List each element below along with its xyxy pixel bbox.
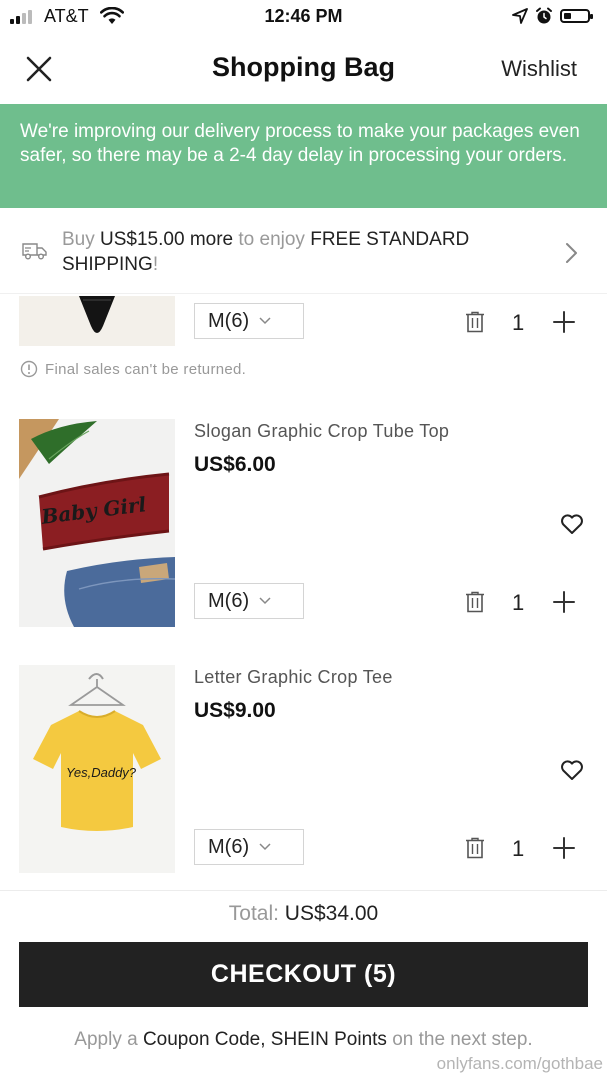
- trash-icon[interactable]: [465, 837, 485, 859]
- info-icon: [20, 360, 38, 378]
- trash-icon[interactable]: [465, 591, 485, 613]
- product-image[interactable]: Baby Girl: [19, 419, 175, 627]
- size-value: M(6): [208, 589, 250, 612]
- delivery-notice-text: We're improving our delivery process to …: [20, 121, 580, 166]
- status-bar: AT&T 12:46 PM: [0, 0, 607, 34]
- close-icon[interactable]: [25, 55, 53, 83]
- total-label: Total:: [228, 902, 279, 925]
- battery-icon: [560, 9, 593, 23]
- product-price: US$6.00: [194, 453, 276, 476]
- product-image[interactable]: Yes,Daddy?: [19, 665, 175, 873]
- truck-icon: [22, 243, 47, 260]
- size-select[interactable]: M(6): [194, 583, 304, 619]
- size-value: M(6): [208, 309, 250, 332]
- size-value: M(6): [208, 835, 250, 858]
- black-bottom-image: [79, 296, 115, 333]
- plus-icon[interactable]: [553, 837, 575, 859]
- coupon-text-end: on the next step.: [386, 1029, 533, 1050]
- chevron-right-icon[interactable]: [565, 242, 579, 264]
- footer-divider: [0, 890, 607, 891]
- quantity-value: 1: [512, 310, 525, 335]
- delivery-notice-banner: We're improving our delivery process to …: [0, 104, 607, 208]
- coupon-text-apply: Apply a: [74, 1029, 143, 1050]
- size-select[interactable]: M(6): [194, 829, 304, 865]
- heart-icon[interactable]: [560, 759, 584, 781]
- product-image[interactable]: [19, 296, 175, 346]
- plus-icon[interactable]: [553, 591, 575, 613]
- shipping-amount: US$15.00 more: [100, 229, 234, 250]
- chevron-down-icon: [259, 597, 271, 605]
- product-title[interactable]: Slogan Graphic Crop Tube Top: [194, 421, 449, 442]
- chevron-down-icon: [259, 317, 271, 325]
- wishlist-link[interactable]: Wishlist: [501, 56, 577, 82]
- order-total: Total: US$34.00: [0, 902, 607, 926]
- shipping-text-buy: Buy: [62, 229, 101, 250]
- heart-icon[interactable]: [560, 513, 584, 535]
- quantity-value: 1: [512, 836, 525, 861]
- alarm-icon: [536, 7, 552, 24]
- free-shipping-promo[interactable]: Buy US$15.00 more to enjoy FREE STANDARD…: [0, 208, 607, 294]
- chevron-down-icon: [259, 843, 271, 851]
- checkout-label: CHECKOUT (5): [210, 960, 397, 988]
- size-select[interactable]: M(6): [194, 303, 304, 339]
- quantity-value: 1: [512, 590, 525, 615]
- final-sale-note: Final sales can't be returned.: [20, 360, 246, 378]
- shipping-promo-text: Buy US$15.00 more to enjoy FREE STANDARD…: [62, 227, 522, 277]
- product-title[interactable]: Letter Graphic Crop Tee: [194, 667, 393, 688]
- plus-icon[interactable]: [553, 311, 575, 333]
- trash-icon[interactable]: [465, 311, 485, 333]
- total-value: US$34.00: [278, 902, 379, 925]
- shipping-text-end: !: [152, 254, 159, 275]
- tee-print: Yes,Daddy?: [65, 765, 137, 780]
- location-icon: [512, 8, 528, 24]
- shipping-text-to-enjoy: to enjoy: [233, 229, 311, 250]
- product-price: US$9.00: [194, 699, 276, 722]
- checkout-button[interactable]: CHECKOUT (5): [19, 942, 588, 1007]
- watermark: onlyfans.com/gothbae: [436, 1054, 603, 1073]
- coupon-note: Apply a Coupon Code, SHEIN Points on the…: [0, 1029, 607, 1051]
- final-sale-text: Final sales can't be returned.: [45, 360, 247, 378]
- coupon-highlight: Coupon Code, SHEIN Points: [142, 1029, 387, 1050]
